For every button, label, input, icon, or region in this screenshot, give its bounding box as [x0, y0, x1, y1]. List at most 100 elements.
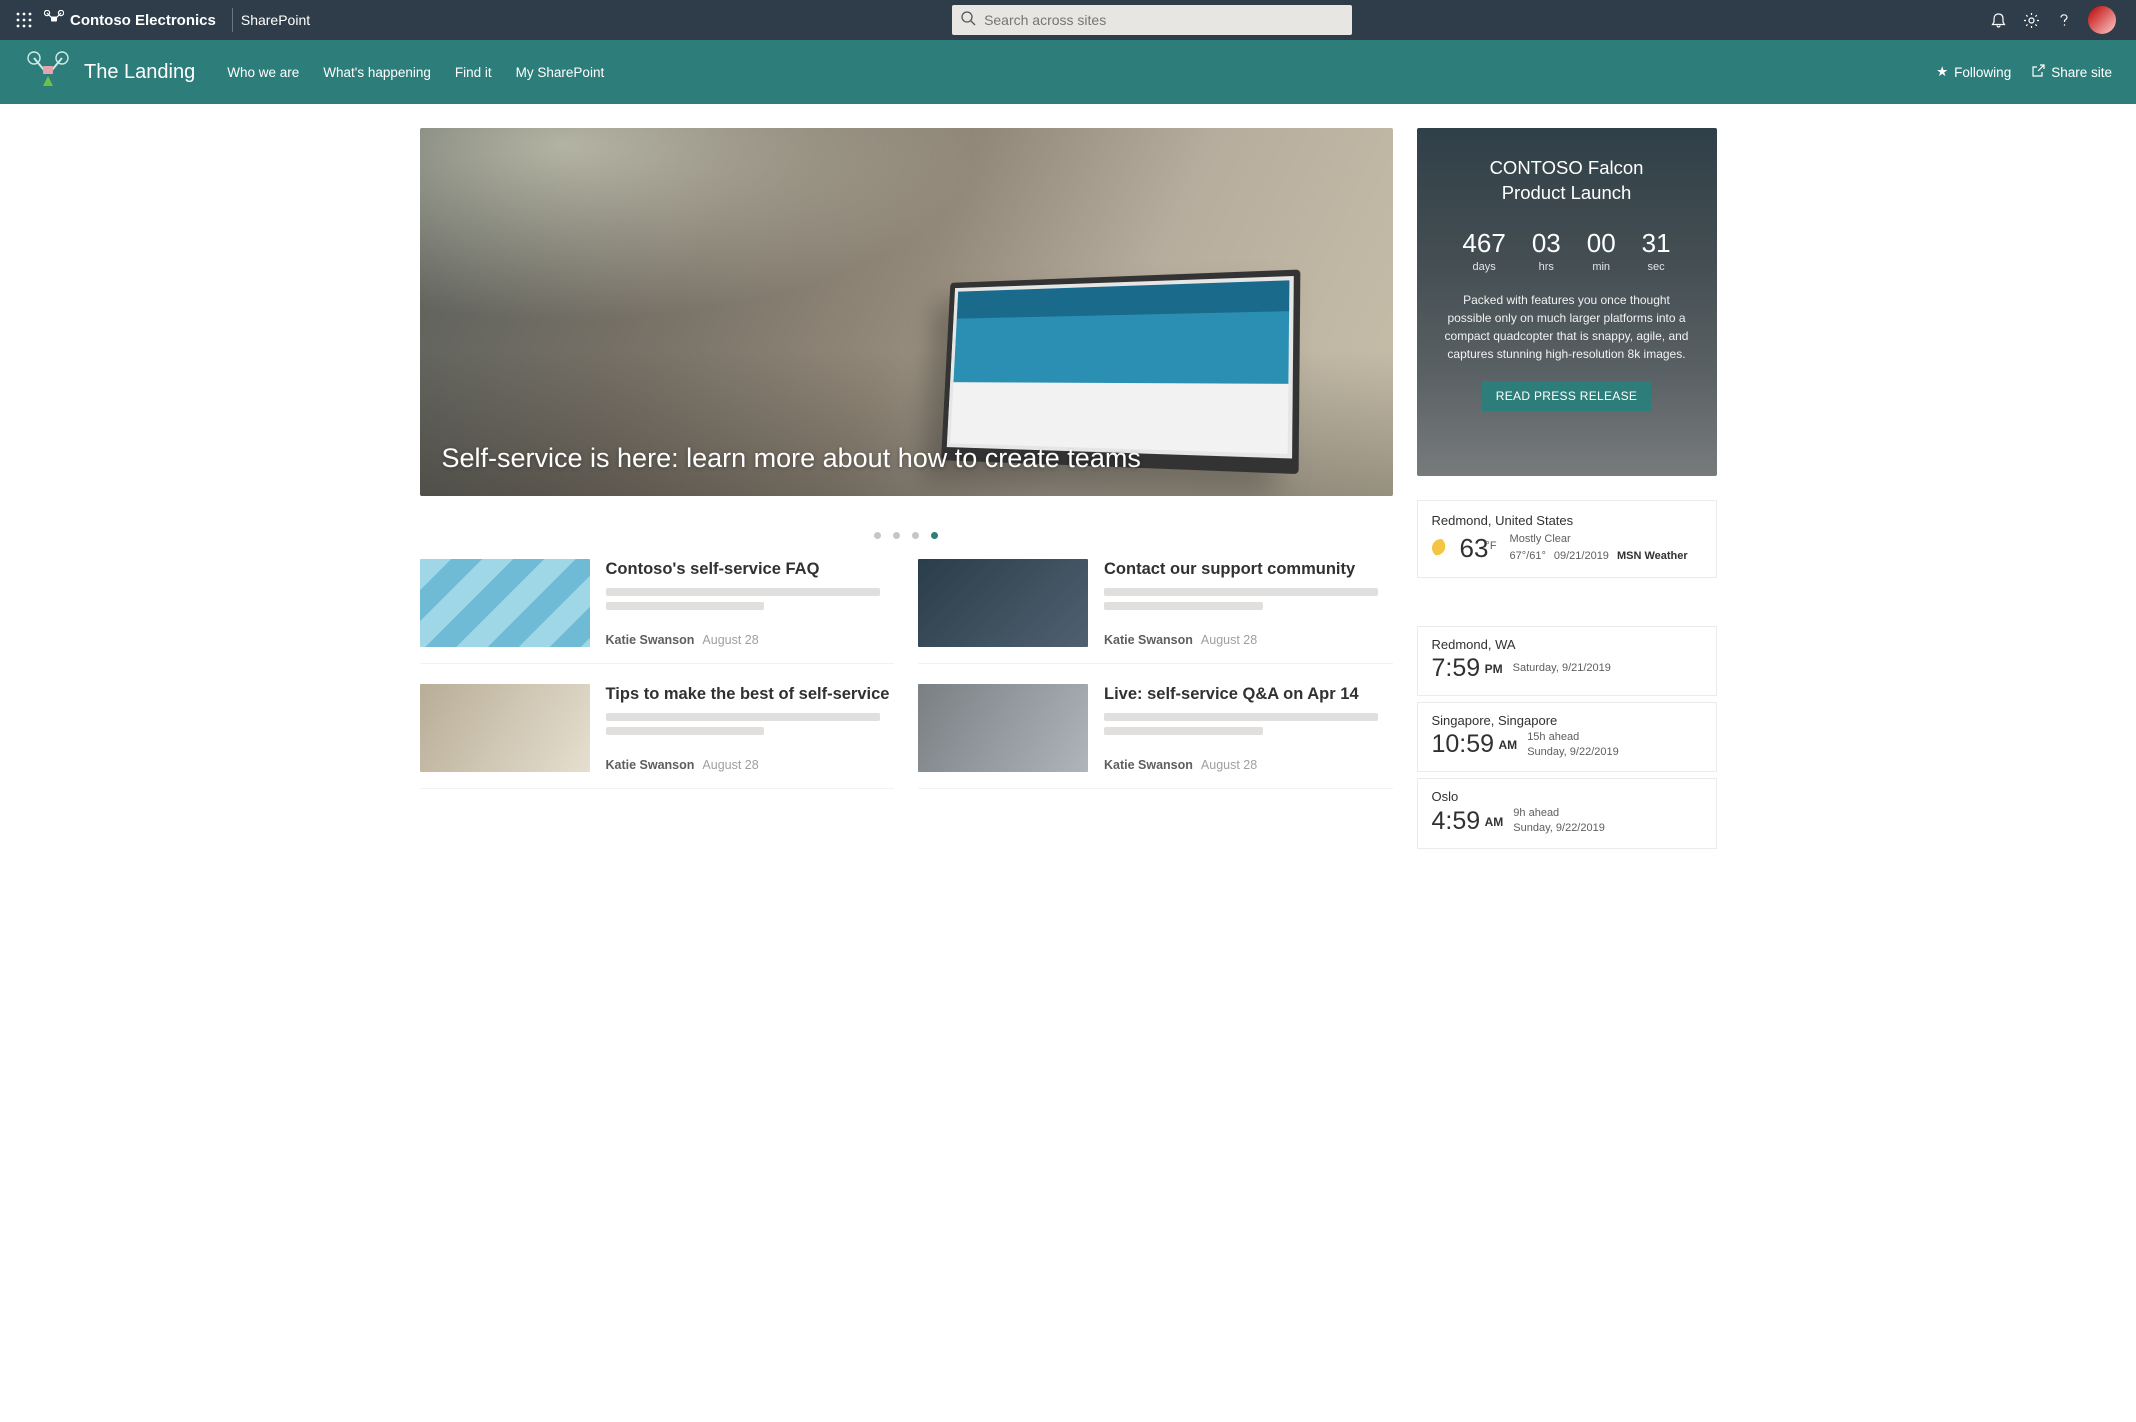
- clock-card: Oslo 4:59 AM 9h aheadSunday, 9/22/2019: [1417, 778, 1717, 849]
- clock-offset: 15h ahead: [1527, 730, 1619, 745]
- search-input[interactable]: [984, 12, 1344, 28]
- countdown-title-line2: Product Launch: [1439, 181, 1695, 206]
- drone-icon: [44, 10, 64, 30]
- news-title: Contoso's self-service FAQ: [606, 559, 895, 580]
- nav-who-we-are[interactable]: Who we are: [227, 65, 299, 80]
- clock-location: Singapore, Singapore: [1432, 713, 1702, 728]
- news-thumbnail: [918, 559, 1088, 647]
- countdown-timer: 467 days 03 hrs 00 min 31 sec: [1439, 228, 1695, 273]
- news-author: Katie Swanson: [606, 633, 695, 647]
- text-placeholder: [606, 713, 880, 721]
- cd-days-lbl: days: [1472, 261, 1495, 273]
- news-title: Tips to make the best of self-service: [606, 684, 895, 705]
- weather-unit: °F: [1485, 540, 1496, 552]
- search-icon: [960, 10, 976, 31]
- cd-hrs-lbl: hrs: [1539, 261, 1554, 273]
- read-press-release-button[interactable]: READ PRESS RELEASE: [1482, 381, 1651, 411]
- star-icon: ★: [1936, 64, 1948, 80]
- cd-days-val: 467: [1462, 228, 1505, 259]
- nav-whats-happening[interactable]: What's happening: [323, 65, 431, 80]
- carousel-dots: [420, 496, 1393, 559]
- clock-card: Singapore, Singapore 10:59 AM 15h aheadS…: [1417, 702, 1717, 773]
- news-author: Katie Swanson: [1104, 633, 1193, 647]
- carousel-dot-2[interactable]: [893, 532, 900, 539]
- news-item[interactable]: Tips to make the best of self-service Ka…: [420, 684, 895, 789]
- news-item[interactable]: Contoso's self-service FAQ Katie Swanson…: [420, 559, 895, 664]
- cd-min-lbl: min: [1592, 261, 1610, 273]
- site-title[interactable]: The Landing: [84, 61, 195, 84]
- notifications-icon[interactable]: [1990, 12, 2007, 29]
- clock-time: 10:59: [1432, 730, 1495, 758]
- following-label: Following: [1954, 65, 2011, 80]
- text-placeholder: [1104, 588, 1378, 596]
- suite-header: Contoso Electronics SharePoint: [0, 0, 2136, 40]
- carousel-dot-3[interactable]: [912, 532, 919, 539]
- search-box[interactable]: [952, 5, 1352, 35]
- text-placeholder: [1104, 602, 1263, 610]
- news-item[interactable]: Live: self-service Q&A on Apr 14 Katie S…: [918, 684, 1393, 789]
- text-placeholder: [1104, 713, 1378, 721]
- settings-icon[interactable]: [2023, 12, 2040, 29]
- site-header: The Landing Who we are What's happening …: [0, 40, 2136, 104]
- clock-ampm: AM: [1499, 738, 1518, 752]
- weather-source: MSN Weather: [1617, 549, 1688, 564]
- carousel-dot-1[interactable]: [874, 532, 881, 539]
- text-placeholder: [1104, 727, 1263, 735]
- site-nav: Who we are What's happening Find it My S…: [227, 65, 604, 80]
- weather-date: 09/21/2019: [1554, 549, 1609, 564]
- news-thumbnail: [420, 559, 590, 647]
- news-list: Contoso's self-service FAQ Katie Swanson…: [420, 559, 1393, 789]
- clock-date: Saturday, 9/21/2019: [1513, 661, 1611, 676]
- news-item[interactable]: Contact our support community Katie Swan…: [918, 559, 1393, 664]
- app-launcher[interactable]: [8, 12, 40, 28]
- clock-location: Redmond, WA: [1432, 637, 1702, 652]
- share-icon: [2031, 64, 2045, 81]
- help-icon[interactable]: [2056, 12, 2072, 28]
- countdown-title-line1: CONTOSO Falcon: [1439, 156, 1695, 181]
- cd-hrs-val: 03: [1532, 228, 1561, 259]
- news-date: August 28: [1201, 758, 1257, 772]
- hero-banner[interactable]: Self-service is here: learn more about h…: [420, 128, 1393, 496]
- weather-hilo: 67°/61°: [1510, 549, 1546, 564]
- world-clock: Redmond, WA 7:59 PM Saturday, 9/21/2019 …: [1417, 626, 1717, 849]
- news-author: Katie Swanson: [606, 758, 695, 772]
- clock-time: 7:59: [1432, 654, 1481, 682]
- user-avatar[interactable]: [2088, 6, 2116, 34]
- text-placeholder: [606, 727, 765, 735]
- clock-time: 4:59: [1432, 807, 1481, 835]
- nav-my-sharepoint[interactable]: My SharePoint: [516, 65, 605, 80]
- hero-title: Self-service is here: learn more about h…: [442, 443, 1141, 474]
- org-brand[interactable]: Contoso Electronics: [40, 10, 224, 30]
- following-button[interactable]: ★ Following: [1936, 64, 2011, 80]
- weather-card[interactable]: Redmond, United States 63°F Mostly Clear…: [1417, 500, 1717, 578]
- news-thumbnail: [918, 684, 1088, 772]
- countdown-title: CONTOSO Falcon Product Launch: [1439, 156, 1695, 206]
- share-site-button[interactable]: Share site: [2031, 64, 2112, 81]
- clock-ampm: PM: [1485, 662, 1503, 676]
- text-placeholder: [606, 588, 880, 596]
- news-date: August 28: [702, 758, 758, 772]
- cd-sec-val: 31: [1642, 228, 1671, 259]
- nav-find-it[interactable]: Find it: [455, 65, 492, 80]
- carousel-dot-4[interactable]: [931, 532, 938, 539]
- clock-offset: 9h ahead: [1513, 806, 1605, 821]
- clock-date: Sunday, 9/22/2019: [1513, 821, 1605, 836]
- share-label: Share site: [2051, 65, 2112, 80]
- site-logo[interactable]: [24, 48, 72, 96]
- moon-icon: [1429, 537, 1452, 560]
- news-thumbnail: [420, 684, 590, 772]
- cd-min-val: 00: [1587, 228, 1616, 259]
- clock-card: Redmond, WA 7:59 PM Saturday, 9/21/2019: [1417, 626, 1717, 696]
- news-title: Live: self-service Q&A on Apr 14: [1104, 684, 1393, 705]
- countdown-description: Packed with features you once thought po…: [1439, 291, 1695, 363]
- org-name: Contoso Electronics: [70, 12, 216, 29]
- app-name[interactable]: SharePoint: [241, 12, 326, 28]
- countdown-card: CONTOSO Falcon Product Launch 467 days 03…: [1417, 128, 1717, 476]
- weather-condition: Mostly Clear: [1510, 532, 1688, 547]
- divider: [232, 8, 233, 32]
- news-author: Katie Swanson: [1104, 758, 1193, 772]
- text-placeholder: [606, 602, 765, 610]
- clock-date: Sunday, 9/22/2019: [1527, 745, 1619, 760]
- news-date: August 28: [1201, 633, 1257, 647]
- cd-sec-lbl: sec: [1648, 261, 1665, 273]
